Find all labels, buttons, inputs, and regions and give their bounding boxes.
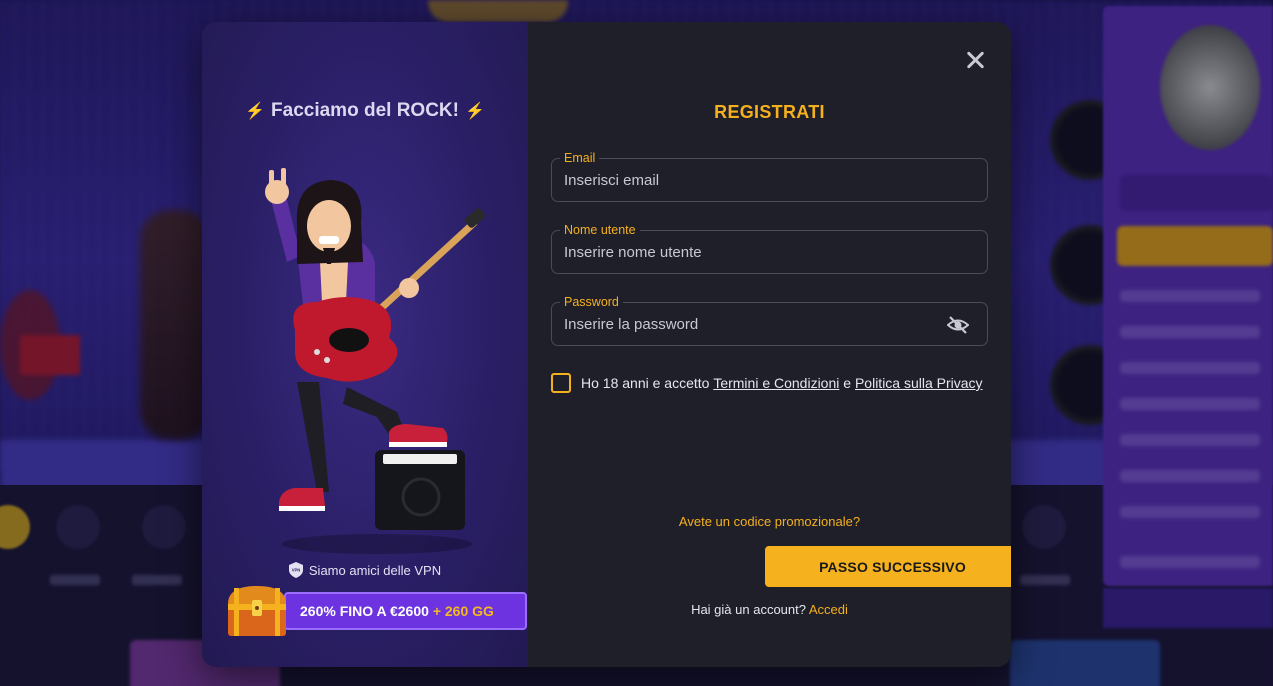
username-field: Nome utente bbox=[551, 222, 988, 274]
terms-checkbox[interactable] bbox=[551, 373, 571, 393]
registration-form-panel: REGISTRATI Email Nome utente Password Ho… bbox=[528, 22, 1011, 667]
promo-panel: ⚡ Facciamo del ROCK! ⚡ VPN Siamo amici d… bbox=[202, 22, 528, 667]
terms-prefix: Ho 18 anni e accetto bbox=[581, 375, 714, 391]
rocker-illustration bbox=[265, 168, 486, 554]
close-icon[interactable] bbox=[963, 48, 987, 72]
email-input[interactable] bbox=[552, 159, 987, 201]
email-field: Email bbox=[551, 150, 988, 202]
svg-text:VPN: VPN bbox=[292, 568, 301, 573]
terms-and: e bbox=[839, 375, 855, 391]
bonus-banner[interactable]: 260% FINO A €2600 + 260 GG bbox=[224, 582, 527, 636]
promo-title: ⚡ Facciamo del ROCK! ⚡ bbox=[202, 100, 528, 122]
bonus-main-text: 260% FINO A €2600 bbox=[300, 603, 429, 619]
password-label: Password bbox=[560, 294, 623, 310]
email-label: Email bbox=[560, 150, 600, 166]
treasure-chest-icon bbox=[228, 586, 286, 636]
lightning-bolt-icon: ⚡ bbox=[464, 102, 485, 120]
registration-modal: ⚡ Facciamo del ROCK! ⚡ VPN Siamo amici d… bbox=[202, 22, 1011, 667]
vpn-text: Siamo amici delle VPN bbox=[308, 563, 442, 578]
lightning-bolt-icon: ⚡ bbox=[245, 102, 266, 120]
next-step-button[interactable]: PASSO SUCCESSIVO bbox=[765, 546, 1011, 587]
bonus-bar[interactable]: 260% FINO A €2600 + 260 GG bbox=[284, 592, 527, 630]
bonus-extra-text: + 260 GG bbox=[432, 603, 494, 619]
vpn-note: VPN Siamo amici delle VPN bbox=[202, 562, 528, 578]
promo-title-text: Facciamo del ROCK! bbox=[271, 100, 459, 121]
eye-slash-icon[interactable] bbox=[947, 315, 969, 335]
password-field: Password bbox=[551, 294, 988, 346]
promo-code-link[interactable]: Avete un codice promozionale? bbox=[528, 514, 1011, 529]
login-link[interactable]: Accedi bbox=[809, 602, 848, 617]
terms-row: Ho 18 anni e accetto Termini e Condizion… bbox=[551, 372, 1011, 394]
login-prompt: Hai già un account? Accedi bbox=[528, 602, 1011, 617]
privacy-link[interactable]: Politica sulla Privacy bbox=[855, 375, 983, 391]
form-title: REGISTRATI bbox=[714, 102, 825, 122]
terms-link[interactable]: Termini e Condizioni bbox=[713, 375, 839, 391]
login-prompt-text: Hai già un account? bbox=[691, 602, 806, 617]
username-label: Nome utente bbox=[560, 222, 640, 238]
vpn-shield-icon: VPN bbox=[288, 562, 303, 578]
